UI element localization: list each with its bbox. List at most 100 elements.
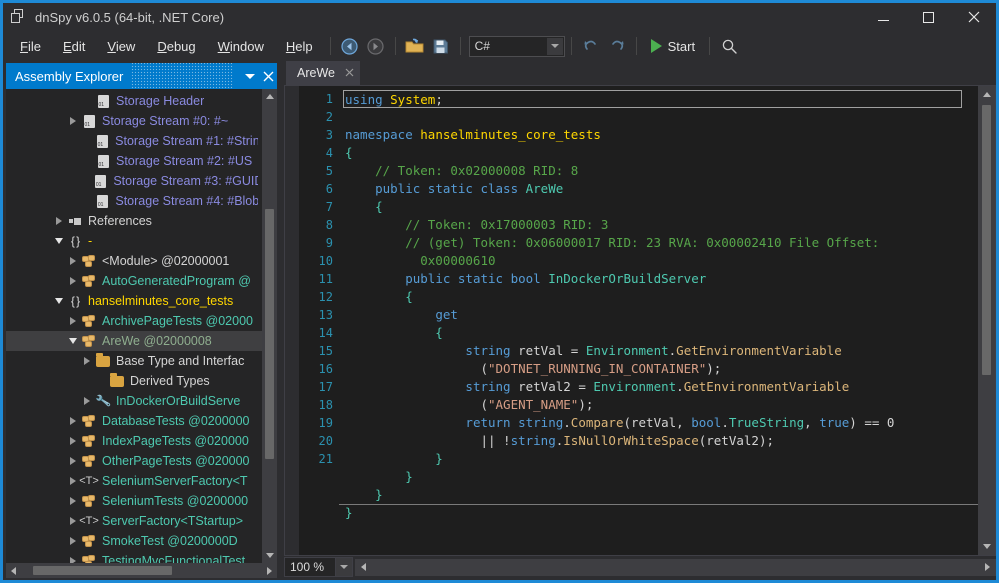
menu-view[interactable]: View [96,35,146,58]
editor-scroll-thumb[interactable] [982,105,991,375]
tree-item[interactable]: AutoGeneratedProgram @ [6,271,262,291]
tab-arewe[interactable]: AreWe [286,61,360,85]
save-icon[interactable] [428,34,454,58]
code-text-area[interactable]: using System; namespace hanselminutes_co… [339,86,978,555]
close-icon[interactable] [951,3,996,31]
editor-scroll-left-icon[interactable] [355,559,372,576]
code-line[interactable] [345,108,978,126]
expander-icon[interactable] [80,91,94,111]
tree-item[interactable]: Storage Stream #3: #GUID [6,171,262,191]
code-line[interactable]: { [345,324,978,342]
expander-icon[interactable] [66,471,80,491]
menu-file[interactable]: File [9,35,52,58]
code-line[interactable]: } [345,504,978,522]
code-line[interactable]: namespace hanselminutes_core_tests [345,126,978,144]
editor-scroll-down-icon[interactable] [978,538,995,555]
expander-icon[interactable] [52,291,66,311]
expander-icon[interactable] [80,351,94,371]
tree-horizontal-scrollbar[interactable] [6,563,277,578]
code-line[interactable]: } [345,468,978,486]
code-line[interactable]: string retVal2 = Environment.GetEnvironm… [345,378,978,396]
expander-icon[interactable] [80,391,94,411]
code-line[interactable]: } [345,450,978,468]
code-line[interactable]: || !string.IsNullOrWhiteSpace(retVal2); [345,432,978,450]
expander-icon[interactable] [66,531,80,551]
drag-grip[interactable] [131,63,233,89]
tree-item[interactable]: TestingMvcFunctionalTest [6,551,262,563]
menu-window[interactable]: Window [207,35,275,58]
maximize-button[interactable] [906,3,951,31]
code-line[interactable]: get [345,306,978,324]
tree-item[interactable]: OtherPageTests @020000 [6,451,262,471]
editor-horizontal-scrollbar[interactable] [355,559,996,576]
back-arrow-icon[interactable] [337,34,363,58]
expander-icon[interactable] [66,551,80,563]
tree-item[interactable]: <T>ServerFactory<TStartup> [6,511,262,531]
tree-item[interactable]: <T>SeleniumServerFactory<T [6,471,262,491]
tree-item[interactable]: AreWe @02000008 [6,331,262,351]
code-line[interactable]: { [345,288,978,306]
expander-icon[interactable] [66,511,80,531]
expander-icon[interactable] [66,111,80,131]
tree-item[interactable]: ArchivePageTests @02000 [6,311,262,331]
expander-icon[interactable] [66,491,80,511]
expander-icon[interactable] [79,131,93,151]
menu-help[interactable]: Help [275,35,324,58]
scroll-up-icon[interactable] [262,89,277,104]
pane-close-icon[interactable] [259,66,277,86]
code-line[interactable]: ("DOTNET_RUNNING_IN_CONTAINER"); [345,360,978,378]
editor-scroll-right-icon[interactable] [979,559,996,576]
tree-item[interactable]: Storage Stream #2: #US [6,151,262,171]
redo-icon[interactable] [604,34,630,58]
language-combo[interactable]: C# [469,36,565,57]
expander-icon[interactable] [66,451,80,471]
code-editor[interactable]: 123456789101112131415161718192021 using … [284,85,996,556]
tree-item[interactable]: References [6,211,262,231]
code-line[interactable]: // (get) Token: 0x06000017 RID: 23 RVA: … [345,234,978,252]
tree-item[interactable]: { }hanselminutes_core_tests [6,291,262,311]
code-line[interactable]: // Token: 0x02000008 RID: 8 [345,162,978,180]
expander-icon[interactable] [66,311,80,331]
tree-item[interactable]: { }- [6,231,262,251]
code-line[interactable] [345,522,978,540]
code-line[interactable]: // Token: 0x17000003 RID: 3 [345,216,978,234]
tree-item[interactable]: Derived Types [6,371,262,391]
chevron-down-icon[interactable] [547,38,563,55]
tab-close-icon[interactable] [345,66,354,80]
expander-icon[interactable] [94,371,108,391]
tree-item[interactable]: Storage Stream #0: #~ [6,111,262,131]
code-line[interactable]: public static bool InDockerOrBuildServer [345,270,978,288]
menu-debug[interactable]: Debug [146,35,206,58]
expander-icon[interactable] [66,251,80,271]
expander-icon[interactable] [52,211,66,231]
code-line[interactable]: { [345,144,978,162]
editor-scroll-up-icon[interactable] [978,86,995,103]
code-line[interactable]: return string.Compare(retVal, bool.TrueS… [345,414,978,432]
expander-icon[interactable] [66,431,80,451]
expander-icon[interactable] [52,231,66,251]
tree-item[interactable]: <Module> @02000001 [6,251,262,271]
expander-icon[interactable] [77,171,91,191]
tree-item[interactable]: Base Type and Interfac [6,351,262,371]
forward-arrow-icon[interactable] [363,34,389,58]
code-line[interactable]: string retVal = Environment.GetEnvironme… [345,342,978,360]
tree-item[interactable]: SmokeTest @0200000D [6,531,262,551]
tree-item[interactable]: SeleniumTests @0200000 [6,491,262,511]
tree-scroll-thumb[interactable] [265,209,274,459]
minimize-button[interactable] [861,3,906,31]
code-line[interactable]: ("AGENT_NAME"); [345,396,978,414]
zoom-dropdown-icon[interactable] [336,557,353,577]
code-line[interactable]: public static class AreWe [345,180,978,198]
open-folder-icon[interactable] [402,34,428,58]
tree-item[interactable]: Storage Stream #1: #Strin [6,131,262,151]
tree-item[interactable]: Storage Header [6,91,262,111]
tree-item[interactable]: DatabaseTests @0200000 [6,411,262,431]
code-line[interactable]: using System; [343,90,962,108]
tree-vertical-scrollbar[interactable] [262,89,277,563]
fold-gutter[interactable] [285,86,299,555]
editor-vertical-scrollbar[interactable] [978,86,995,555]
expander-icon[interactable] [66,271,80,291]
expander-icon[interactable] [66,331,80,351]
expander-icon[interactable] [80,151,94,171]
expander-icon[interactable] [66,411,80,431]
